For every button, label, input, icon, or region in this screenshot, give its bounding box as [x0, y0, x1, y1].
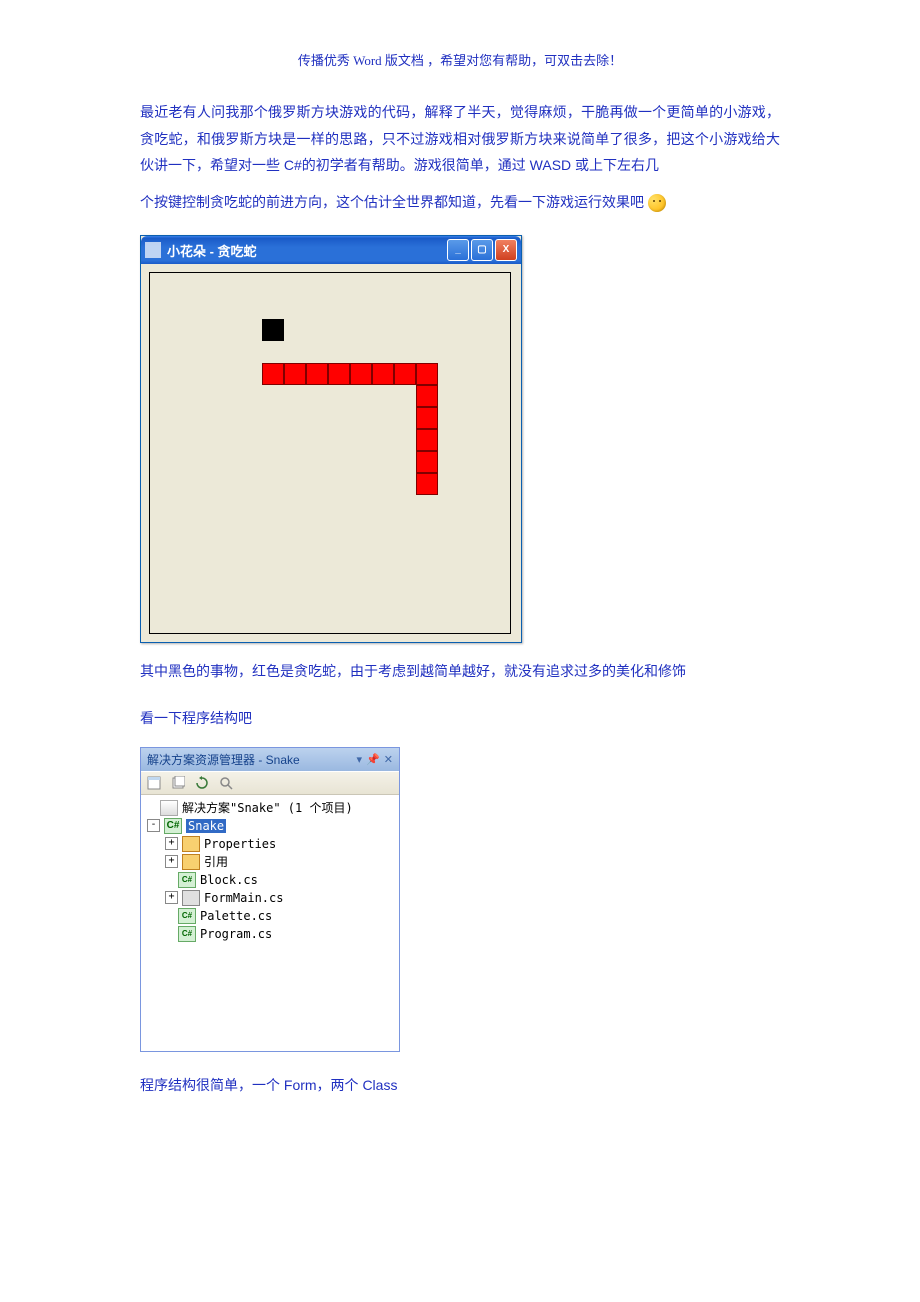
pin-icon[interactable]: 📌 — [366, 753, 380, 766]
paragraph-desc-colors: 其中黑色的事物，红色是贪吃蛇，由于考虑到越简单越好，就没有追求过多的美化和修饰 — [140, 658, 780, 685]
snake-cell — [416, 363, 438, 385]
snake-cell — [416, 473, 438, 495]
food-cell — [262, 319, 284, 341]
properties-icon[interactable] — [145, 774, 163, 792]
snake-cell — [394, 363, 416, 385]
dropdown-icon[interactable]: ▾ — [357, 753, 363, 766]
cs-icon: C# — [178, 926, 196, 942]
solution-explorer-toolbar — [141, 771, 399, 795]
paragraph-intro-1: 最近老有人问我那个俄罗斯方块游戏的代码，解释了半天，觉得麻烦，干脆再做一个更简单… — [140, 99, 780, 179]
window-app-icon — [145, 242, 161, 258]
tree-item[interactable]: + FormMain.cs — [143, 889, 397, 907]
snake-cell — [306, 363, 328, 385]
tree-label-solution: 解决方案"Snake" (1 个项目) — [182, 799, 353, 816]
paragraph-structure-intro: 看一下程序结构吧 — [140, 705, 780, 732]
cs-icon: C# — [178, 908, 196, 924]
game-titlebar[interactable]: 小花朵 - 贪吃蛇 _ ▢ X — [141, 236, 521, 264]
game-canvas[interactable] — [149, 272, 511, 634]
tree-project-node[interactable]: - C# Snake — [143, 817, 397, 835]
tree-item[interactable]: C# Palette.cs — [143, 907, 397, 925]
close-button[interactable]: X — [495, 239, 517, 261]
tree-label-project: Snake — [186, 819, 226, 833]
game-client-area — [141, 264, 521, 642]
snake-cell — [416, 385, 438, 407]
tree-item[interactable]: C# Program.cs — [143, 925, 397, 943]
snake-cell — [284, 363, 306, 385]
tree-item-label: Palette.cs — [200, 909, 272, 923]
refresh-icon[interactable] — [193, 774, 211, 792]
paragraph-intro-2: 个按键控制贪吃蛇的前进方向，这个估计全世界都知道，先看一下游戏运行效果吧 — [140, 189, 780, 216]
header-note: 传播优秀 Word 版文档 ，希望对您有帮助，可双击去除！ — [140, 50, 780, 69]
project-icon: C# — [164, 818, 182, 834]
solution-explorer-title: 解决方案资源管理器 - Snake — [147, 751, 353, 768]
cs-icon: C# — [178, 872, 196, 888]
game-window: 小花朵 - 贪吃蛇 _ ▢ X — [140, 235, 522, 643]
window-title: 小花朵 - 贪吃蛇 — [167, 241, 447, 260]
snake-cell — [416, 451, 438, 473]
paragraph-intro-2-text: 个按键控制贪吃蛇的前进方向，这个估计全世界都知道，先看一下游戏运行效果吧 — [140, 194, 644, 210]
expander-icon[interactable]: + — [165, 837, 178, 850]
panel-close-icon[interactable]: ✕ — [384, 753, 393, 766]
snake-cell — [262, 363, 284, 385]
folder-icon — [182, 836, 200, 852]
expander-icon[interactable]: + — [165, 891, 178, 904]
show-all-files-icon[interactable] — [169, 774, 187, 792]
tree-item[interactable]: C# Block.cs — [143, 871, 397, 889]
folder-icon — [182, 854, 200, 870]
solution-icon — [160, 800, 178, 816]
tree-item[interactable]: + 引用 — [143, 853, 397, 871]
tree-item-label: Program.cs — [200, 927, 272, 941]
solution-explorer-titlebar[interactable]: 解决方案资源管理器 - Snake ▾ 📌 ✕ — [141, 748, 399, 771]
expander-icon[interactable]: - — [147, 819, 160, 832]
window-buttons: _ ▢ X — [447, 239, 517, 261]
tree-item[interactable]: + Properties — [143, 835, 397, 853]
snake-cell — [350, 363, 372, 385]
tree-item-label: Properties — [204, 837, 276, 851]
snake-cell — [416, 407, 438, 429]
document-page: 传播优秀 Word 版文档 ，希望对您有帮助，可双击去除！ 最近老有人问我那个俄… — [0, 0, 920, 1168]
paragraph-structure-summary: 程序结构很简单，一个 Form，两个 Class — [140, 1072, 780, 1099]
solution-tree[interactable]: 解决方案"Snake" (1 个项目) - C# Snake + Properti… — [141, 795, 399, 1051]
minimize-button[interactable]: _ — [447, 239, 469, 261]
maximize-button[interactable]: ▢ — [471, 239, 493, 261]
snake-cell — [416, 429, 438, 451]
tree-item-label: 引用 — [204, 853, 228, 870]
expander-icon[interactable]: + — [165, 855, 178, 868]
tree-solution-root[interactable]: 解决方案"Snake" (1 个项目) — [143, 799, 397, 817]
tree-item-label: FormMain.cs — [204, 891, 283, 905]
smile-icon — [648, 194, 666, 212]
form-icon — [182, 890, 200, 906]
solution-explorer-panel: 解决方案资源管理器 - Snake ▾ 📌 ✕ 解决方案"Snake" — [140, 747, 400, 1052]
snake-cell — [328, 363, 350, 385]
tree-item-label: Block.cs — [200, 873, 258, 887]
view-code-icon[interactable] — [217, 774, 235, 792]
snake-cell — [372, 363, 394, 385]
